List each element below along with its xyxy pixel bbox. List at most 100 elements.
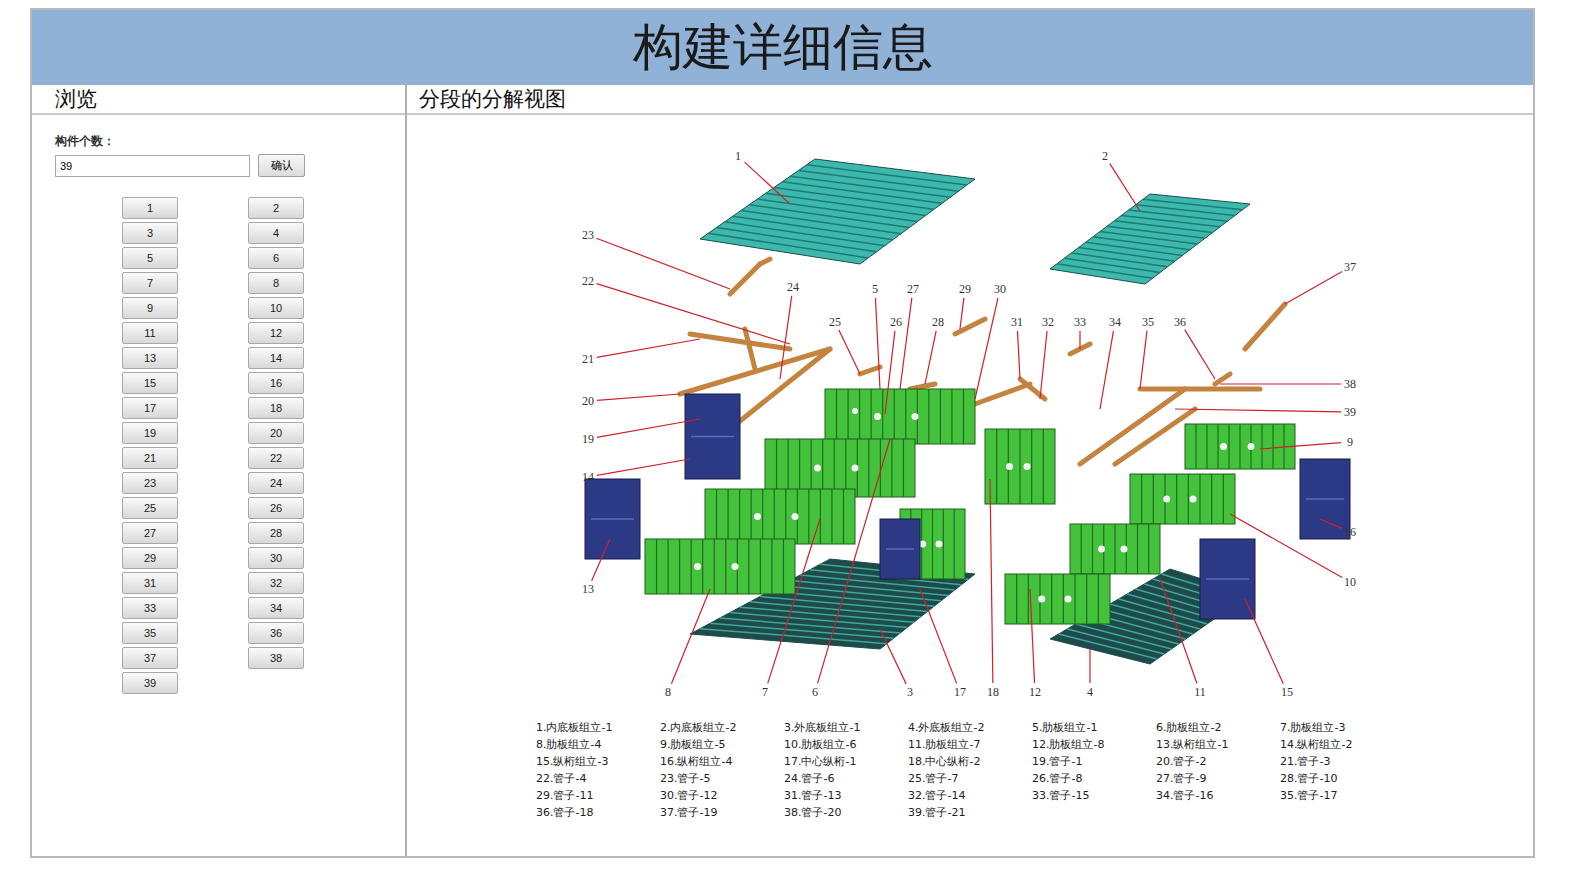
part-button[interactable]: 13 — [122, 347, 178, 369]
callout: 36 — [1174, 315, 1215, 379]
callout: 39 — [1175, 405, 1356, 419]
part-button[interactable]: 1 — [122, 197, 178, 219]
callout: 23 — [582, 228, 730, 289]
part-button[interactable]: 7 — [122, 272, 178, 294]
callout: 2 — [1102, 149, 1140, 211]
part-button[interactable]: 18 — [248, 397, 304, 419]
part-button[interactable]: 17 — [122, 397, 178, 419]
callout: 31 — [1011, 315, 1023, 379]
confirm-button[interactable]: 确认 — [258, 154, 305, 177]
legend-item: 2.内底板组立-2 — [660, 719, 784, 736]
pipe-part — [730, 264, 760, 294]
callout-label: 28 — [932, 315, 944, 329]
part-button[interactable]: 12 — [248, 322, 304, 344]
exploded-view-diagram: 1223223724527293025262831323334353621382… — [540, 139, 1400, 709]
part-button[interactable]: 21 — [122, 447, 178, 469]
callout: 21 — [582, 339, 700, 366]
floor-part — [985, 429, 1055, 504]
part-button[interactable]: 30 — [248, 547, 304, 569]
count-input[interactable] — [55, 155, 250, 177]
legend-item: 19.管子-1 — [1032, 753, 1156, 770]
callout-label: 8 — [665, 685, 671, 699]
part-button[interactable]: 35 — [122, 622, 178, 644]
legend-item: 10.肋板组立-6 — [784, 736, 908, 753]
callout-label: 36 — [1174, 315, 1186, 329]
callout-label: 18 — [987, 685, 999, 699]
part-button[interactable]: 32 — [248, 572, 304, 594]
legend-item: 8.肋板组立-4 — [536, 736, 660, 753]
part-button[interactable]: 16 — [248, 372, 304, 394]
callout: 34 — [1100, 315, 1121, 409]
part-button[interactable]: 33 — [122, 597, 178, 619]
view-panel: 分段的分解视图122322372452729302526283132333435… — [407, 85, 1533, 856]
part-button[interactable]: 9 — [122, 297, 178, 319]
part-button[interactable]: 6 — [248, 247, 304, 269]
part-button[interactable]: 36 — [248, 622, 304, 644]
legend-item: 5.肋板组立-1 — [1032, 719, 1156, 736]
legend-item: 30.管子-12 — [660, 787, 784, 804]
part-button[interactable]: 20 — [248, 422, 304, 444]
part-button[interactable]: 19 — [122, 422, 178, 444]
girder-part — [1200, 539, 1255, 619]
legend-item: 23.管子-5 — [660, 770, 784, 787]
part-button[interactable]: 23 — [122, 472, 178, 494]
callout: 5 — [872, 282, 880, 389]
callout-label: 11 — [1194, 685, 1206, 699]
part-button[interactable]: 26 — [248, 497, 304, 519]
pipe-part — [730, 349, 830, 429]
part-button[interactable]: 31 — [122, 572, 178, 594]
part-button[interactable]: 14 — [248, 347, 304, 369]
callout: 7 — [762, 519, 820, 699]
legend-item: 3.外底板组立-1 — [784, 719, 908, 736]
part-button[interactable]: 38 — [248, 647, 304, 669]
legend-item: 39.管子-21 — [908, 804, 1032, 821]
part-button[interactable]: 25 — [122, 497, 178, 519]
callout-label: 33 — [1074, 315, 1086, 329]
callout: 3 — [880, 629, 913, 699]
callout-label: 14 — [582, 470, 594, 484]
pipe-part — [760, 259, 770, 264]
callout: 14 — [582, 459, 690, 484]
callout-label: 38 — [1344, 377, 1356, 391]
floor-part — [1005, 574, 1110, 624]
legend-item: 29.管子-11 — [536, 787, 660, 804]
part-button[interactable]: 5 — [122, 247, 178, 269]
callout: 22 — [582, 274, 790, 344]
part-button-grid: 1234567891011121314151617181920212223242… — [122, 197, 405, 694]
callout-label: 39 — [1344, 405, 1356, 419]
legend-item: 12.肋板组立-8 — [1032, 736, 1156, 753]
legend-item: 7.肋板组立-3 — [1280, 719, 1404, 736]
legend-item: 9.肋板组立-5 — [660, 736, 784, 753]
legend-item: 38.管子-20 — [784, 804, 908, 821]
part-button[interactable]: 15 — [122, 372, 178, 394]
callout: 20 — [582, 394, 680, 408]
callout: 10 — [1230, 514, 1356, 589]
part-button[interactable]: 8 — [248, 272, 304, 294]
part-button[interactable]: 39 — [122, 672, 178, 694]
part-button[interactable]: 3 — [122, 222, 178, 244]
part-button[interactable]: 2 — [248, 197, 304, 219]
part-button[interactable]: 34 — [248, 597, 304, 619]
part-button[interactable]: 10 — [248, 297, 304, 319]
content: 浏览构件个数：确认1234567891011121314151617181920… — [32, 85, 1533, 856]
part-button[interactable]: 27 — [122, 522, 178, 544]
floor-part — [1130, 474, 1235, 524]
part-button[interactable]: 24 — [248, 472, 304, 494]
part-button[interactable]: 29 — [122, 547, 178, 569]
pipe-part — [910, 384, 935, 389]
callout: 25 — [829, 315, 860, 374]
callout-label: 12 — [1029, 685, 1041, 699]
legend-item: 31.管子-13 — [784, 787, 908, 804]
part-button[interactable]: 37 — [122, 647, 178, 669]
callout: 24 — [780, 280, 799, 379]
part-button[interactable]: 4 — [248, 222, 304, 244]
legend-item: 20.管子-2 — [1156, 753, 1280, 770]
callout: 15 — [1245, 599, 1293, 699]
callout-label: 10 — [1344, 575, 1356, 589]
part-button[interactable]: 28 — [248, 522, 304, 544]
pipe-part — [1140, 387, 1260, 392]
part-button[interactable]: 11 — [122, 322, 178, 344]
pipe-part — [680, 349, 830, 394]
floor-part — [1070, 524, 1160, 574]
part-button[interactable]: 22 — [248, 447, 304, 469]
